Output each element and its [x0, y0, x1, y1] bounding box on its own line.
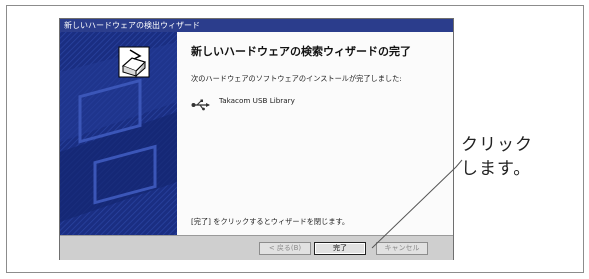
wizard-dialog: 新しいハードウェアの検出ウィザード 新しいハードウェアの検索ウィザードの完了 次… [59, 18, 454, 260]
wizard-sidebar-graphic [60, 32, 177, 235]
callout-line-2: します。 [461, 159, 532, 179]
button-bar: < 戻る(B) 完了 キャンセル [60, 235, 453, 260]
click-callout: クリック します。 [461, 133, 533, 181]
cancel-button[interactable]: キャンセル [376, 242, 428, 255]
finish-button[interactable]: 完了 [314, 242, 366, 255]
close-instruction: [完了] をクリックするとウィザードを閉じます。 [191, 217, 350, 226]
usb-icon [191, 99, 210, 111]
page-heading: 新しいハードウェアの検索ウィザードの完了 [191, 45, 411, 58]
wizard-content: 新しいハードウェアの検索ウィザードの完了 次のハードウェアのソフトウェアのインス… [177, 32, 453, 235]
sidebar-artwork [60, 32, 177, 235]
device-name: Takacom USB Library [219, 96, 295, 105]
completion-message: 次のハードウェアのソフトウェアのインストールが完了しました: [191, 74, 402, 83]
window-title: 新しいハードウェアの検出ウィザード [64, 21, 200, 30]
back-button[interactable]: < 戻る(B) [259, 242, 311, 255]
callout-line-1: クリック [461, 135, 533, 155]
title-bar: 新しいハードウェアの検出ウィザード [60, 19, 453, 32]
wizard-box-icon [118, 46, 150, 78]
